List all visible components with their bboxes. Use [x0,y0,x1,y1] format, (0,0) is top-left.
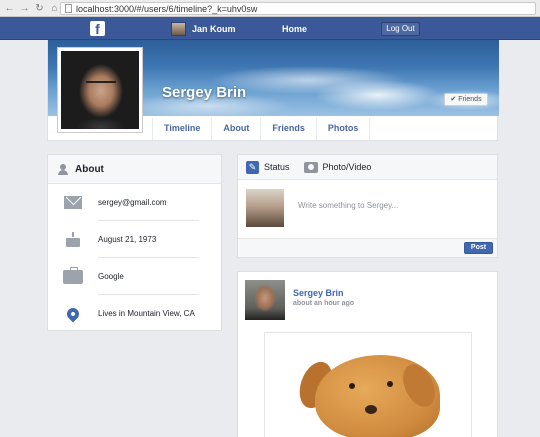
post-button[interactable]: Post [464,242,493,254]
current-user-avatar[interactable] [171,22,186,36]
camera-icon[interactable] [303,161,318,173]
glasses-detail [86,81,116,85]
profile-header: Sergey Brin ✔ Friends Timeline About Fri… [47,40,499,141]
birthday-cake-icon [66,232,80,247]
tab-photos[interactable]: Photos [315,118,371,140]
about-item-text: Lives in Mountain View, CA [98,309,195,318]
checkmark-icon: ✔ [450,96,457,103]
composer-input[interactable]: Write something to Sergey... [298,201,398,210]
pencil-icon[interactable]: ✎ [246,160,259,174]
about-item-location: Lives in Mountain View, CA [48,295,221,332]
briefcase-icon [63,266,83,284]
back-arrow-icon[interactable]: ← [4,3,15,14]
forward-arrow-icon[interactable]: → [19,3,30,14]
about-item-work: Google [48,258,221,295]
tab-timeline[interactable]: Timeline [152,118,211,140]
profile-tabs: Timeline About Friends Photos [152,118,371,140]
home-link[interactable]: Home [282,24,307,34]
about-header: About [48,155,221,184]
tab-friends[interactable]: Friends [260,118,316,140]
composer-footer: Post [238,238,497,257]
about-item-text: sergey@gmail.com [98,198,167,207]
person-icon [58,163,68,175]
puppy-eye [387,381,393,387]
friends-button[interactable]: ✔ Friends [444,93,488,106]
top-navigation-bar: f Jan Koum Home Log Out [0,17,540,40]
facebook-logo-icon[interactable]: f [90,21,105,37]
browser-toolbar: ← → ↻ ⌂ localhost:3000/#/users/6/timelin… [0,0,540,17]
post-author-avatar[interactable] [245,280,285,320]
profile-name: Sergey Brin [162,84,247,101]
status-tab[interactable]: Status [264,162,290,172]
reload-icon[interactable]: ↻ [34,3,45,14]
location-pin-icon [64,305,82,322]
post-composer: ✎ Status Photo/Video Write something to … [237,154,498,258]
home-icon[interactable]: ⌂ [49,3,60,14]
about-item-text: August 21, 1973 [98,235,157,244]
current-user-name[interactable]: Jan Koum [192,24,236,34]
page-icon [65,4,72,13]
about-item-text: Google [98,272,124,281]
about-card: About sergey@gmail.com August 21, 1973 G… [47,154,222,331]
post-photo-puppy[interactable] [264,332,472,437]
photo-video-tab[interactable]: Photo/Video [323,162,372,172]
url-text: localhost:3000/#/users/6/timeline?_k=uhv… [76,3,258,14]
logout-button[interactable]: Log Out [381,22,420,36]
feed-post: Sergey Brin about an hour ago [237,271,498,437]
composer-avatar [246,189,284,227]
friends-button-label: Friends [458,96,482,103]
post-timestamp[interactable]: about an hour ago [293,300,354,307]
puppy-nose [365,405,377,414]
composer-tabs: ✎ Status Photo/Video [238,155,497,180]
tab-about[interactable]: About [211,118,260,140]
post-author-name[interactable]: Sergey Brin [293,288,344,298]
profile-picture[interactable] [58,48,142,132]
about-item-email: sergey@gmail.com [48,184,221,221]
about-item-birthday: August 21, 1973 [48,221,221,258]
envelope-icon [64,196,82,209]
about-title: About [75,163,104,175]
puppy-eye [349,383,355,389]
address-bar[interactable]: localhost:3000/#/users/6/timeline?_k=uhv… [60,2,536,15]
